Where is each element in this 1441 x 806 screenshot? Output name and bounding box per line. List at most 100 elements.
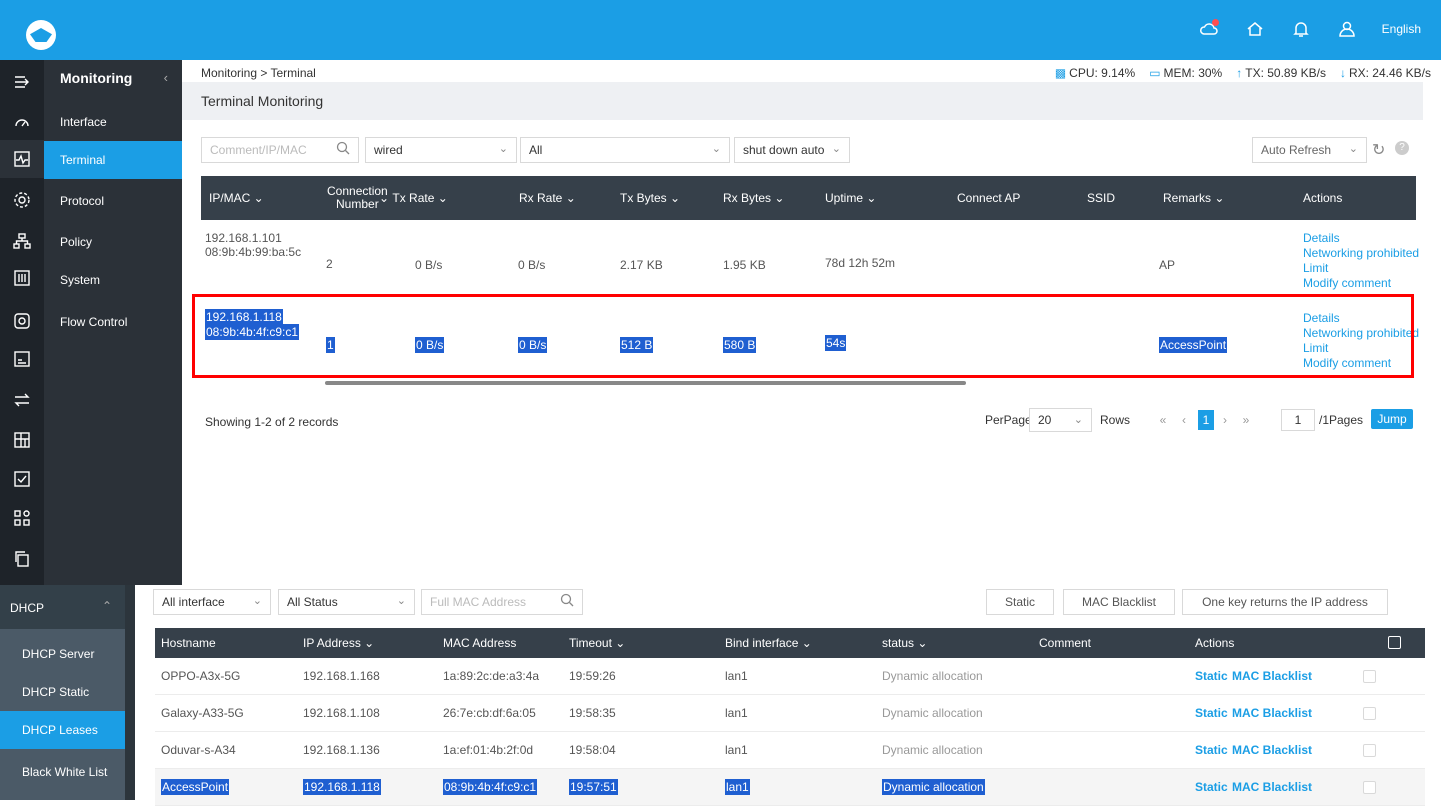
goto-page-input[interactable]: 1 <box>1281 409 1315 431</box>
first-page-icon[interactable]: « <box>1154 410 1172 430</box>
help-icon[interactable]: ? <box>1395 141 1409 155</box>
last-page-icon[interactable]: » <box>1237 410 1255 430</box>
mac-blacklist-button[interactable]: MAC Blacklist <box>1063 589 1175 615</box>
row-checkbox[interactable] <box>1363 781 1376 794</box>
mac-blacklist-link[interactable]: MAC Blacklist <box>1232 780 1312 794</box>
static-link[interactable]: Static <box>1195 706 1228 720</box>
dhcp-section-header[interactable]: DHCP ⌃ <box>0 585 125 629</box>
sidebar-item-flow-control[interactable]: Flow Control <box>44 303 182 341</box>
prev-page-icon[interactable]: ‹ <box>1177 410 1191 430</box>
display-icon[interactable] <box>12 349 32 369</box>
sidebar-item-black-white-list[interactable]: Black White List <box>0 753 126 791</box>
mac-blacklist-link[interactable]: MAC Blacklist <box>1232 743 1312 757</box>
col-tx-rate[interactable]: ⌄ Tx Rate ⌄ <box>379 176 448 220</box>
pages-label: /1Pages <box>1319 413 1364 427</box>
col-tx-bytes[interactable]: Tx Bytes ⌄ <box>620 176 680 220</box>
auto-refresh-select[interactable]: Auto Refresh ⌄ <box>1252 137 1367 163</box>
col-connection-number[interactable]: Connection Number <box>327 176 388 220</box>
next-page-icon[interactable]: › <box>1218 410 1232 430</box>
language-selector[interactable]: English <box>1382 22 1421 36</box>
col-timeout[interactable]: Timeout ⌄ <box>569 628 625 658</box>
mac-blacklist-link[interactable]: MAC Blacklist <box>1232 669 1312 683</box>
logo[interactable] <box>26 20 56 50</box>
networking-prohibited-link[interactable]: Networking prohibited <box>1303 246 1423 260</box>
perpage-select[interactable]: 20 ⌄ <box>1029 408 1092 432</box>
home-icon[interactable] <box>1244 18 1266 40</box>
static-link[interactable]: Static <box>1195 743 1228 757</box>
static-button[interactable]: Static <box>986 589 1054 615</box>
sidebar-item-dhcp-leases[interactable]: DHCP Leases <box>0 711 126 749</box>
user-icon[interactable] <box>1336 18 1358 40</box>
select-all-checkbox[interactable] <box>1388 636 1401 649</box>
connection-type-select[interactable]: wired ⌄ <box>365 137 517 163</box>
grid-icon[interactable] <box>12 430 32 450</box>
modify-comment-link[interactable]: Modify comment <box>1303 276 1391 290</box>
static-link[interactable]: Static <box>1195 780 1228 794</box>
col-ssid: SSID <box>1087 191 1116 205</box>
transfer-icon[interactable] <box>12 390 32 410</box>
flow-icon[interactable] <box>12 311 32 331</box>
sidebar-item-interface[interactable]: Interface <box>44 103 182 141</box>
apps-icon[interactable] <box>12 508 32 528</box>
chevron-left-icon[interactable]: ‹ <box>164 70 168 85</box>
details-link[interactable]: Details <box>1303 231 1340 245</box>
static-link[interactable]: Static <box>1195 669 1228 683</box>
row-checkbox[interactable] <box>1363 744 1376 757</box>
page-number-button[interactable]: 1 <box>1198 410 1214 430</box>
row-checkbox[interactable] <box>1363 707 1376 720</box>
row-interface: lan1 <box>725 743 748 757</box>
col-uptime[interactable]: Uptime ⌄ <box>825 176 876 220</box>
mac-blacklist-link[interactable]: MAC Blacklist <box>1232 706 1312 720</box>
search-icon[interactable] <box>336 141 350 155</box>
horizontal-scrollbar[interactable] <box>325 381 966 385</box>
sidebar-item-dhcp-static[interactable]: DHCP Static <box>0 673 126 711</box>
col-actions: Actions <box>1303 191 1343 205</box>
shutdown-select[interactable]: shut down auto ⌄ <box>734 137 850 163</box>
monitoring-icon[interactable] <box>12 112 32 132</box>
row-remarks: AP <box>1159 258 1176 272</box>
col-remarks[interactable]: Remarks ⌄ <box>1163 176 1224 220</box>
interface-select[interactable]: All interface ⌄ <box>153 589 271 615</box>
sliders-icon[interactable] <box>12 268 32 288</box>
col-ip-address[interactable]: IP Address ⌄ <box>303 628 374 658</box>
bell-icon[interactable] <box>1290 18 1312 40</box>
cloud-icon[interactable] <box>1198 18 1220 40</box>
col-bind-interface[interactable]: Bind interface ⌄ <box>725 628 812 658</box>
sidebar-scrollbar[interactable] <box>125 585 135 800</box>
icon-rail <box>0 60 44 585</box>
sidebar-item-system[interactable]: System <box>44 261 182 299</box>
col-ip-mac[interactable]: IP/MAC ⌄ <box>209 176 264 220</box>
network-icon[interactable] <box>12 231 32 251</box>
copy-icon[interactable] <box>12 549 32 569</box>
refresh-icon[interactable]: ↻ <box>1372 140 1390 159</box>
sidebar-item-terminal[interactable]: Terminal <box>44 141 182 179</box>
row-timeout: 19:57:51 <box>569 779 618 795</box>
checklist-icon[interactable] <box>12 469 32 489</box>
system-stats: ▩ CPU: 9.14% ▭ MEM: 30% ↑ TX: 50.89 KB/s ↓ R… <box>1055 66 1431 80</box>
col-mac-address: MAC Address <box>443 636 517 650</box>
status-select[interactable]: All Status ⌄ <box>278 589 415 615</box>
row-checkbox[interactable] <box>1363 670 1376 683</box>
col-connect-ap: Connect AP <box>957 191 1021 205</box>
sidebar-item-dhcp-server[interactable]: DHCP Server <box>0 635 126 673</box>
highlight-box <box>192 294 1414 378</box>
pulse-icon[interactable] <box>12 149 32 169</box>
col-rx-rate[interactable]: Rx Rate ⌄ <box>519 176 576 220</box>
scope-select[interactable]: All ⌄ <box>520 137 730 163</box>
row-rx-rate: 0 B/s <box>518 258 546 272</box>
chevron-up-icon: ⌃ <box>102 599 113 613</box>
search-icon[interactable] <box>560 593 574 607</box>
sidebar-item-policy[interactable]: Policy <box>44 223 182 261</box>
jump-button[interactable]: Jump <box>1371 409 1413 429</box>
row-timeout: 19:58:35 <box>569 706 616 720</box>
limit-link[interactable]: Limit <box>1303 261 1328 275</box>
sidebar-item-protocol[interactable]: Protocol <box>44 182 182 220</box>
col-rx-bytes[interactable]: Rx Bytes ⌄ <box>723 176 784 220</box>
collapse-menu-icon[interactable] <box>12 72 32 92</box>
return-ip-button[interactable]: One key returns the IP address <box>1182 589 1388 615</box>
gear-icon[interactable] <box>12 190 32 210</box>
arrow-down-icon: ↓ <box>1339 66 1346 80</box>
search-input[interactable]: Comment/IP/MAC <box>201 137 359 163</box>
col-status[interactable]: status ⌄ <box>882 628 927 658</box>
mac-search-input[interactable]: Full MAC Address <box>421 589 583 615</box>
